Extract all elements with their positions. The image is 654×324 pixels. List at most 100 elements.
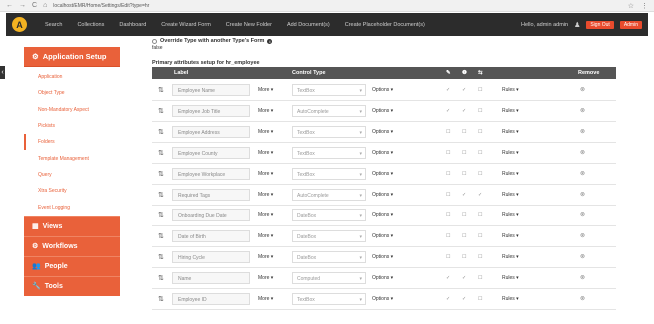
rules-dropdown[interactable]: Rules ▾ [502,212,519,218]
edit-toggle[interactable]: ☐ [446,254,450,260]
control-type-select[interactable]: TextBox ▾ [292,293,366,305]
sidebar-item[interactable]: Object Type [24,85,120,101]
edit-toggle[interactable]: ☐ [446,233,450,239]
rules-dropdown[interactable]: Rules ▾ [502,150,519,156]
sidebar-section[interactable]: ▦ Views [24,215,120,236]
drag-handle-icon[interactable]: ⇅ [158,86,164,94]
options-dropdown[interactable]: Options ▾ [372,233,393,239]
rules-dropdown[interactable]: Rules ▾ [502,296,519,302]
forward-icon[interactable]: → [19,2,26,9]
drag-handle-icon[interactable]: ⇅ [158,253,164,261]
link-toggle[interactable]: ☐ [478,171,482,177]
more-dropdown[interactable]: More ▾ [258,275,273,281]
edit-toggle[interactable]: ☐ [446,192,450,198]
nav-create-placeholder[interactable]: Create Placeholder Document(s) [345,22,425,28]
sidebar-item[interactable]: Template Management [24,150,120,166]
rules-dropdown[interactable]: Rules ▾ [502,192,519,198]
label-field[interactable]: Employee Job Title [172,104,250,117]
remove-icon[interactable]: ⊗ [580,295,585,302]
link-toggle[interactable]: ✓ [478,192,482,198]
link-toggle[interactable]: ☐ [478,150,482,156]
drag-handle-icon[interactable]: ⇅ [158,191,164,199]
nav-create-wizard-form[interactable]: Create Wizard Form [161,22,211,28]
link-toggle[interactable]: ☐ [478,129,482,135]
info-icon[interactable]: i [267,38,273,44]
remove-icon[interactable]: ⊗ [580,253,585,260]
remove-icon[interactable]: ⊗ [580,86,585,93]
more-dropdown[interactable]: More ▾ [258,233,273,239]
nav-dashboard[interactable]: Dashboard [119,22,146,28]
drag-handle-icon[interactable]: ⇅ [158,274,164,282]
info-toggle[interactable]: ☐ [462,254,466,260]
info-toggle[interactable]: ☐ [462,233,466,239]
nav-search[interactable]: Search [45,22,62,28]
sidebar-item[interactable]: Xtra Security [24,183,120,199]
options-dropdown[interactable]: Options ▾ [372,108,393,114]
info-toggle[interactable]: ✓ [462,108,466,114]
rules-dropdown[interactable]: Rules ▾ [502,87,519,93]
remove-icon[interactable]: ⊗ [580,232,585,239]
more-dropdown[interactable]: More ▾ [258,150,273,156]
edit-toggle[interactable]: ☐ [446,171,450,177]
sidebar-item[interactable]: Pickists [24,118,120,134]
control-type-select[interactable]: DateBox ▾ [292,209,366,222]
options-dropdown[interactable]: Options ▾ [372,129,393,135]
info-toggle[interactable]: ✓ [462,87,466,93]
remove-icon[interactable]: ⊗ [580,107,585,114]
info-toggle[interactable]: ☐ [462,212,466,218]
link-toggle[interactable]: ☐ [478,212,482,218]
info-toggle[interactable]: ☐ [462,171,466,177]
control-type-select[interactable]: DateBox ▾ [292,251,366,264]
drag-handle-icon[interactable]: ⇅ [158,107,164,115]
options-dropdown[interactable]: Options ▾ [372,87,393,93]
drag-handle-icon[interactable]: ⇅ [158,170,164,178]
back-icon[interactable]: ← [6,2,13,9]
drag-handle-icon[interactable]: ⇅ [158,232,164,240]
control-type-select[interactable]: AutoComplete ▾ [292,188,366,201]
control-type-select[interactable]: AutoComplete ▾ [292,104,366,117]
app-logo[interactable]: A [12,17,27,32]
rules-dropdown[interactable]: Rules ▾ [502,233,519,239]
info-toggle[interactable]: ☐ [462,150,466,156]
more-dropdown[interactable]: More ▾ [258,192,273,198]
label-field[interactable]: Employee Name [172,84,250,96]
info-toggle[interactable]: ✓ [462,275,466,281]
sidebar-section[interactable]: ⚙ Workflows [24,235,120,256]
rules-dropdown[interactable]: Rules ▾ [502,254,519,260]
options-dropdown[interactable]: Options ▾ [372,254,393,260]
label-field[interactable]: Hiring Cycle [172,251,250,264]
link-toggle[interactable]: ☐ [478,108,482,114]
edit-toggle[interactable]: ☐ [446,212,450,218]
info-toggle[interactable]: ☐ [462,129,466,135]
control-type-select[interactable]: TextBox ▾ [292,146,366,159]
more-dropdown[interactable]: More ▾ [258,171,273,177]
options-dropdown[interactable]: Options ▾ [372,150,393,156]
control-type-select[interactable]: TextBox ▾ [292,125,366,138]
control-type-select[interactable]: TextBox ▾ [292,84,366,96]
info-toggle[interactable]: ✓ [462,296,466,302]
override-checkbox[interactable] [152,38,157,44]
browser-menu-icon[interactable]: ⋮ [641,2,648,10]
rules-dropdown[interactable]: Rules ▾ [502,129,519,135]
edit-toggle[interactable]: ☐ [446,150,450,156]
sign-out-button[interactable]: Sign Out [586,20,614,29]
edit-toggle[interactable]: ✓ [446,87,450,93]
remove-icon[interactable]: ⊗ [580,191,585,198]
rules-dropdown[interactable]: Rules ▾ [502,108,519,114]
home-icon[interactable]: ⌂ [43,2,47,9]
sidebar-section-application-setup[interactable]: ⚙ Application Setup [24,47,120,67]
drag-handle-icon[interactable]: ⇅ [158,128,164,136]
remove-icon[interactable]: ⊗ [580,274,585,281]
label-field[interactable]: Employee ID [172,293,250,305]
sidebar-item[interactable]: Non-Mandatory Aspect [24,102,120,118]
edit-toggle[interactable]: ☐ [446,129,450,135]
control-type-select[interactable]: DateBox ▾ [292,230,366,243]
drag-handle-icon[interactable]: ⇅ [158,211,164,219]
remove-icon[interactable]: ⊗ [580,128,585,135]
nav-add-documents[interactable]: Add Document(s) [287,22,330,28]
link-toggle[interactable]: ☐ [478,275,482,281]
rules-dropdown[interactable]: Rules ▾ [502,171,519,177]
drag-handle-icon[interactable]: ⇅ [158,295,164,303]
more-dropdown[interactable]: More ▾ [258,212,273,218]
edit-toggle[interactable]: ✓ [446,275,450,281]
